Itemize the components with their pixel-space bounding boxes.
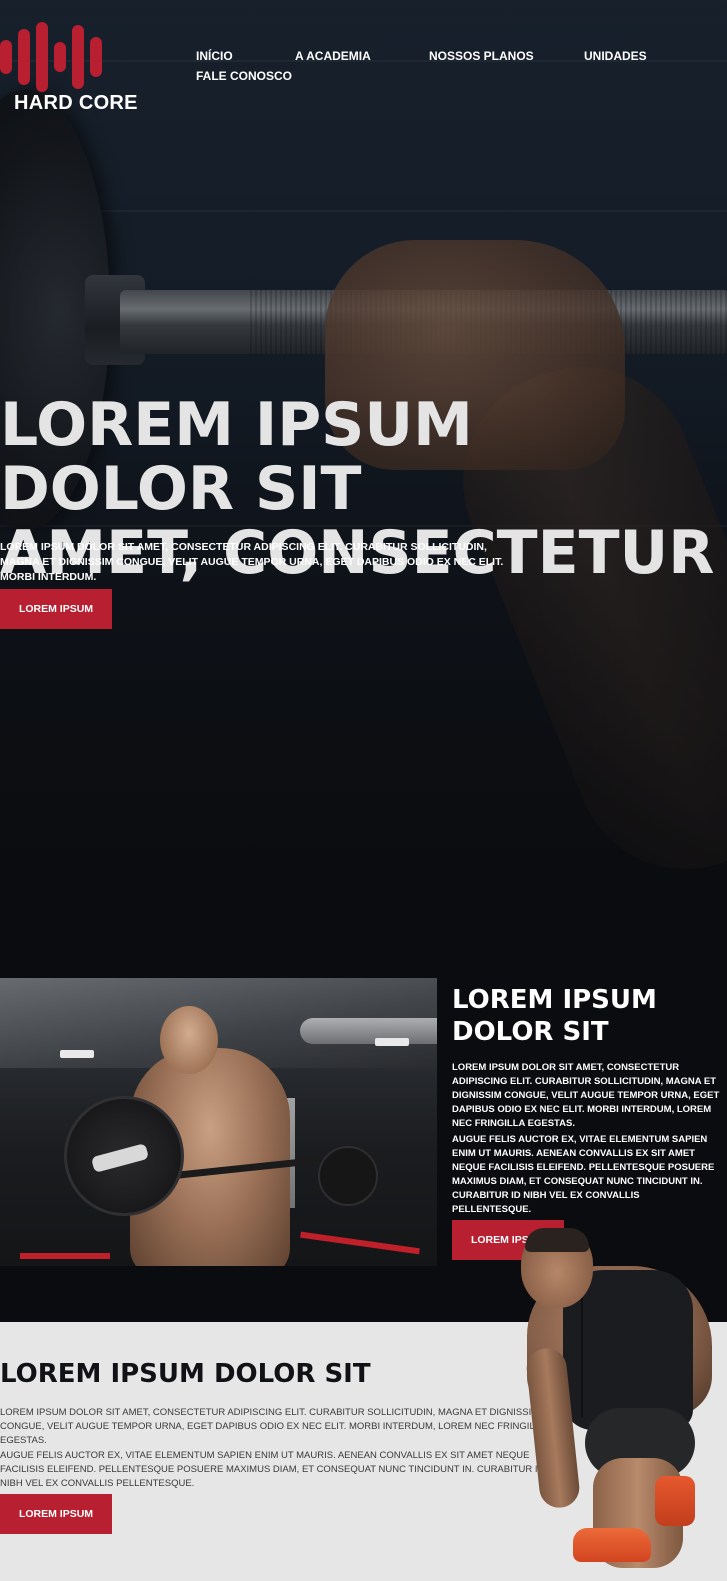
air-duct-image bbox=[300, 1018, 437, 1044]
logo-bar bbox=[72, 25, 84, 89]
about-paragraph-1: LOREM IPSUM DOLOR SIT AMET, CONSECTETUR … bbox=[452, 1062, 720, 1129]
plans-paragraph-1: LOREM IPSUM DOLOR SIT AMET, CONSECTETUR … bbox=[0, 1407, 546, 1446]
athlete-tying-shoe-image bbox=[515, 1228, 727, 1581]
brand-name: HARD CORE bbox=[14, 92, 138, 114]
logo-bar bbox=[18, 29, 30, 85]
nav-link-unidades[interactable]: UNIDADES bbox=[584, 49, 647, 63]
earphone-cable bbox=[581, 1298, 583, 1418]
bodybuilder-photo bbox=[0, 978, 437, 1266]
orange-sneaker bbox=[655, 1476, 695, 1526]
plans-title: LOREM IPSUM DOLOR SIT bbox=[0, 1359, 371, 1389]
hero-description: LOREM IPSUM DOLOR SIT AMET, CONSECTETUR … bbox=[0, 541, 504, 583]
ceiling-light bbox=[60, 1050, 94, 1058]
hero-cta-button[interactable]: LOREM IPSUM bbox=[0, 589, 112, 629]
orange-sneaker bbox=[573, 1528, 651, 1562]
about-title: LOREM IPSUM DOLOR SIT bbox=[452, 985, 657, 1047]
logo-bar bbox=[36, 22, 48, 92]
nav-link-inicio[interactable]: INÍCIO bbox=[196, 49, 233, 63]
weight-plate-right bbox=[318, 1146, 378, 1206]
logo-bar bbox=[54, 42, 66, 72]
hero-title-line-1: LOREM IPSUM DOLOR SIT bbox=[0, 390, 473, 524]
logo-bars-icon bbox=[0, 22, 140, 92]
plans-cta-button[interactable]: LOREM IPSUM bbox=[0, 1494, 112, 1534]
brand-logo[interactable]: HARD CORE bbox=[0, 22, 140, 122]
plans-paragraph-2: AUGUE FELIS AUCTOR EX, VITAE ELEMENTUM S… bbox=[0, 1450, 545, 1489]
nav-link-contato[interactable]: FALE CONOSCO bbox=[196, 69, 292, 83]
nav-link-academia[interactable]: A ACADEMIA bbox=[295, 49, 371, 63]
logo-bar bbox=[0, 40, 12, 74]
red-rack-bar bbox=[20, 1253, 110, 1259]
about-paragraph-2: AUGUE FELIS AUCTOR EX, VITAE ELEMENTUM S… bbox=[452, 1134, 715, 1215]
athlete-hair bbox=[525, 1228, 589, 1252]
ceiling-light bbox=[375, 1038, 409, 1046]
athlete-head bbox=[160, 1006, 218, 1074]
red-rack-bar bbox=[300, 1231, 420, 1255]
nav-link-planos[interactable]: NOSSOS PLANOS bbox=[429, 49, 534, 63]
logo-bar bbox=[90, 37, 102, 77]
